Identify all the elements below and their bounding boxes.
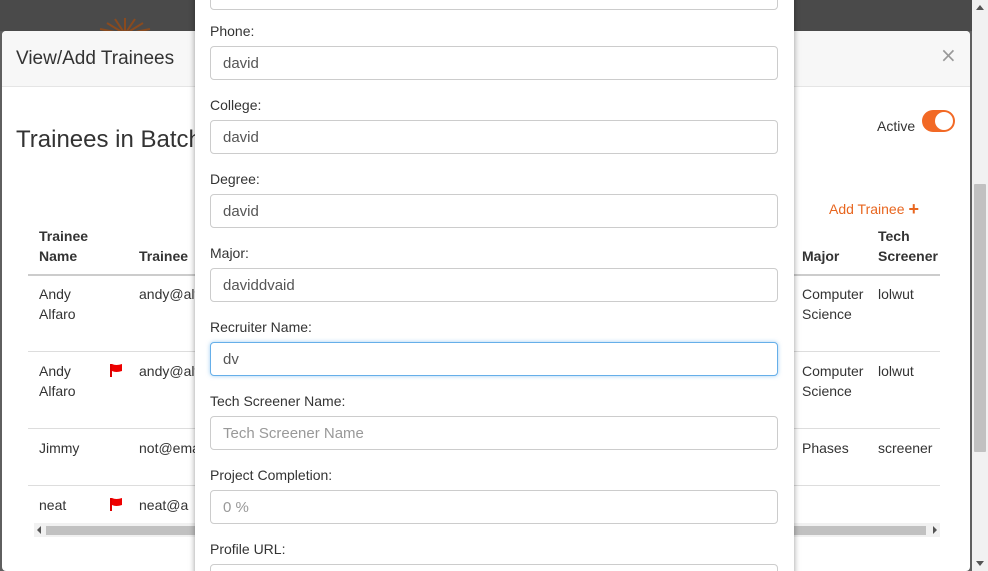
window-scrollbar[interactable]: [972, 0, 988, 571]
previous-field-input[interactable]: [210, 0, 778, 10]
college-label: College:: [210, 97, 262, 113]
table-cell-major: Computer Science: [802, 284, 863, 324]
toggle-knob: [935, 112, 953, 130]
plus-icon: +: [908, 199, 920, 219]
header-text: Screener: [878, 248, 938, 264]
modal-title: View/Add Trainees: [16, 48, 175, 69]
table-cell-email: not@ema: [139, 440, 200, 456]
degree-label: Degree:: [210, 171, 260, 187]
phone-label: Phone:: [210, 23, 255, 39]
table-cell-screener: screener: [878, 440, 933, 456]
scroll-down-icon[interactable]: [976, 561, 984, 566]
table-cell-name: neat: [39, 497, 67, 513]
college-input[interactable]: [210, 120, 778, 154]
recruiter-name-input[interactable]: [210, 342, 778, 376]
column-header-trainee-email[interactable]: Trainee: [139, 246, 188, 266]
add-trainee-label: Add Trainee: [829, 201, 905, 217]
tech-screener-name-input[interactable]: [210, 416, 778, 450]
recruiter-name-label: Recruiter Name:: [210, 319, 312, 335]
column-header-major[interactable]: Major: [802, 246, 839, 266]
project-completion-label: Project Completion:: [210, 467, 333, 483]
table-cell-email: andy@alf: [139, 286, 199, 302]
table-cell-major: Phases: [802, 440, 849, 456]
name-last: Alfaro: [39, 383, 76, 399]
phone-input[interactable]: [210, 46, 778, 80]
table-cell-email: neat@a: [139, 497, 189, 513]
header-text: Trainee: [39, 228, 89, 244]
table-cell-name: Jimmy: [39, 440, 80, 456]
table-cell-email: andy@alf: [139, 363, 199, 379]
column-header-tech-screener[interactable]: Tech Screener: [878, 226, 938, 266]
scroll-right-icon[interactable]: [933, 526, 937, 534]
scroll-up-icon[interactable]: [976, 5, 984, 10]
header-text: Tech: [878, 228, 910, 244]
major-input[interactable]: [210, 268, 778, 302]
major-line: Computer: [802, 363, 864, 379]
scrollbar-thumb[interactable]: [974, 184, 986, 452]
active-label: Active: [877, 118, 916, 134]
table-cell-major: Computer Science: [802, 361, 863, 401]
table-cell-name: Andy Alfaro: [39, 361, 76, 401]
batch-heading: Trainees in Batch: [16, 126, 202, 153]
name-first: Andy: [39, 286, 71, 302]
major-line: Computer: [802, 286, 864, 302]
table-cell-name: Andy Alfaro: [39, 284, 76, 324]
project-completion-input[interactable]: [210, 490, 778, 524]
major-label: Major:: [210, 245, 249, 261]
active-toggle[interactable]: [922, 110, 955, 132]
table-cell-screener: lolwut: [878, 286, 914, 302]
name-last: Alfaro: [39, 306, 76, 322]
scroll-left-icon[interactable]: [37, 526, 41, 534]
add-trainee-button[interactable]: Add Trainee +: [829, 199, 919, 220]
close-icon[interactable]: ×: [940, 45, 957, 65]
column-header-trainee-name[interactable]: Trainee Name: [39, 226, 88, 266]
degree-input[interactable]: [210, 194, 778, 228]
table-cell-screener: lolwut: [878, 363, 914, 379]
trainee-form-modal: Phone: College: Degree: Major: Recruiter…: [195, 0, 794, 571]
tech-screener-name-label: Tech Screener Name:: [210, 393, 346, 409]
header-text: Name: [39, 248, 78, 264]
profile-url-input[interactable]: [210, 564, 778, 571]
flag-icon[interactable]: [109, 497, 123, 511]
flag-icon[interactable]: [109, 363, 123, 377]
major-line: Science: [802, 383, 852, 399]
major-line: Science: [802, 306, 852, 322]
profile-url-label: Profile URL:: [210, 541, 286, 557]
name-first: Andy: [39, 363, 71, 379]
